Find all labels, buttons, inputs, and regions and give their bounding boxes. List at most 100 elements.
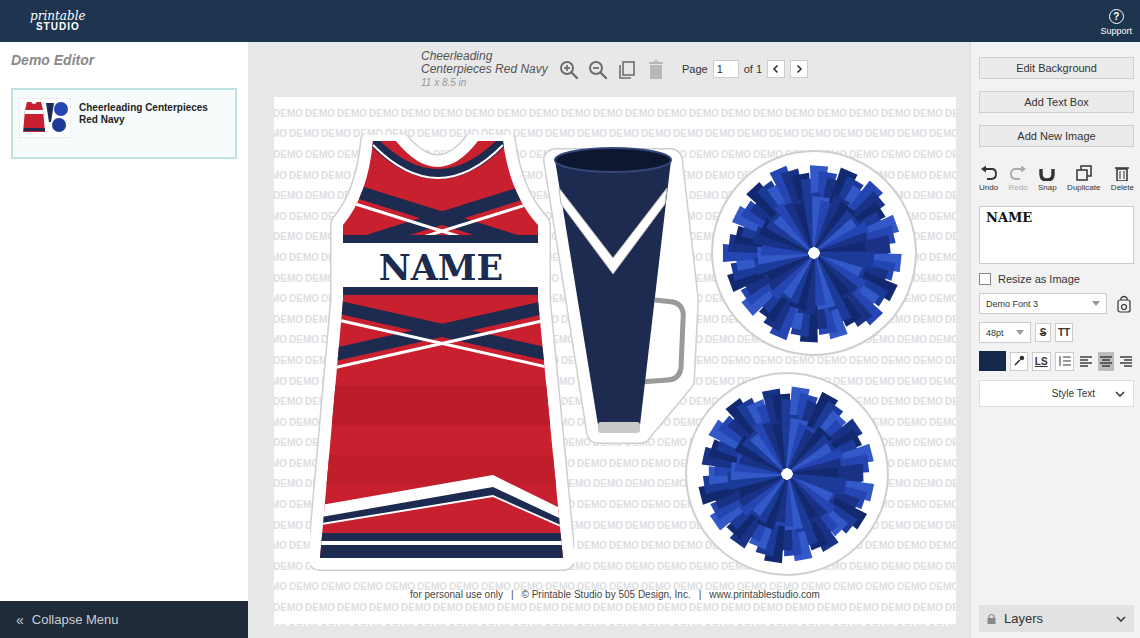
- redo-button[interactable]: Redo: [1009, 165, 1028, 192]
- chevron-down-icon: [1115, 391, 1125, 397]
- resize-checkbox[interactable]: [979, 273, 991, 285]
- collapse-menu-button[interactable]: « Collapse Menu: [0, 601, 248, 638]
- font-lock-button[interactable]: [1115, 293, 1133, 314]
- watermark-text: DEMO: [832, 623, 864, 626]
- text-input[interactable]: NAME: [979, 206, 1134, 264]
- watermark-text: DEMO: [624, 602, 656, 613]
- watermark-text: DEMO: [274, 355, 304, 366]
- align-left-button[interactable]: [1078, 352, 1094, 371]
- watermark-text: DEMO: [274, 231, 304, 242]
- strikethrough-button[interactable]: S: [1035, 323, 1051, 342]
- watermark-text: DEMO: [496, 602, 528, 613]
- align-right-button[interactable]: [1118, 352, 1134, 371]
- watermark-text: DEMO: [944, 273, 956, 284]
- watermark-text: DEMO: [944, 108, 956, 119]
- panel-button[interactable]: Add Text Box: [979, 91, 1134, 113]
- watermark-text: DEMO: [576, 458, 608, 469]
- zoom-out-icon[interactable]: [588, 60, 608, 80]
- sidebar: Demo Editor Cheerleading Centerpieces Re…: [0, 42, 248, 638]
- watermark-text: DEMO: [274, 252, 288, 263]
- watermark-text: DEMO: [736, 128, 768, 139]
- panel-button[interactable]: Add New Image: [979, 125, 1134, 147]
- megaphone-sticker[interactable]: [543, 140, 708, 445]
- text-color-swatch[interactable]: [979, 351, 1006, 371]
- caps-button[interactable]: TT: [1055, 323, 1073, 342]
- watermark-text: DEMO: [274, 108, 304, 119]
- watermark-text: DEMO: [320, 170, 352, 181]
- watermark-text: DEMO: [912, 108, 944, 119]
- delete-button[interactable]: Delete: [1111, 165, 1134, 192]
- watermark-text: DEMO: [432, 108, 464, 119]
- watermark-text: DEMO: [368, 602, 400, 613]
- watermark-text: DEMO: [656, 478, 688, 489]
- pom-pom-sticker[interactable]: [709, 145, 919, 361]
- watermark-text: DEMO: [576, 623, 608, 626]
- font-select[interactable]: Demo Font 3: [979, 293, 1107, 314]
- watermark-text: DEMO: [304, 602, 336, 613]
- watermark-text: DEMO: [274, 396, 304, 407]
- watermark-text: DEMO: [624, 478, 656, 489]
- font-row: Demo Font 3: [979, 293, 1134, 314]
- watermark-text: DEMO: [784, 602, 816, 613]
- watermark-text: DEMO: [928, 334, 956, 345]
- font-size-select[interactable]: 48pt: [979, 322, 1031, 343]
- watermark-text: DEMO: [912, 478, 944, 489]
- caret-down-icon: [1092, 301, 1100, 306]
- watermark-text: DEMO: [784, 108, 816, 119]
- logo[interactable]: printable STUDIO: [30, 10, 86, 32]
- pom-pom-sticker[interactable]: [682, 366, 892, 582]
- duplicate-button[interactable]: Duplicate: [1067, 165, 1100, 192]
- design-page[interactable]: DEMODEMODEMODEMODEMODEMODEMODEMODEMODEMO…: [274, 97, 956, 626]
- eyedropper-button[interactable]: [1010, 352, 1028, 371]
- next-page-button[interactable]: [790, 60, 808, 78]
- lock-icon: [987, 613, 996, 624]
- copy-icon[interactable]: [617, 60, 637, 80]
- letter-spacing-button[interactable]: LS: [1032, 352, 1051, 371]
- watermark-text: DEMO: [944, 149, 956, 160]
- canvas-area: Cheerleading Centerpieces Red Navy 11 x …: [248, 42, 970, 638]
- watermark-text: DEMO: [768, 128, 800, 139]
- support-button[interactable]: ? Support: [1100, 7, 1132, 36]
- align-center-button[interactable]: [1098, 352, 1114, 371]
- panel-button[interactable]: Edit Background: [979, 57, 1134, 79]
- dress-name-text[interactable]: NAME: [379, 247, 504, 288]
- watermark-text: DEMO: [768, 623, 800, 626]
- prev-page-button[interactable]: [767, 60, 785, 78]
- sidebar-item[interactable]: Cheerleading Centerpieces Red Navy: [11, 88, 237, 159]
- collapse-icon: «: [16, 612, 24, 628]
- watermark-text: DEMO: [704, 376, 736, 387]
- page-input[interactable]: 1: [713, 60, 739, 78]
- watermark-text: DEMO: [640, 499, 672, 510]
- watermark-text: DEMO: [274, 190, 304, 201]
- cheer-dress-sticker[interactable]: NAME: [310, 135, 574, 581]
- undo-button[interactable]: Undo: [979, 165, 998, 192]
- snap-button[interactable]: Snap: [1038, 165, 1057, 192]
- watermark-text: DEMO: [752, 355, 784, 366]
- watermark-text: DEMO: [274, 602, 304, 613]
- watermark-text: DEMO: [274, 581, 288, 592]
- watermark-text: DEMO: [432, 602, 464, 613]
- line-spacing-icon: [1058, 355, 1072, 367]
- style-text-dropdown[interactable]: Style Text: [979, 380, 1134, 407]
- watermark-text: DEMO: [832, 128, 864, 139]
- watermark-text: DEMO: [928, 293, 956, 304]
- watermark-text: DEMO: [288, 581, 320, 592]
- document-info: Cheerleading Centerpieces Red Navy 11 x …: [421, 50, 549, 88]
- chevron-down-icon: [1116, 616, 1126, 622]
- watermark-text: DEMO: [304, 190, 336, 201]
- delete-icon[interactable]: [646, 60, 666, 80]
- color-row: LS: [979, 351, 1134, 371]
- watermark-text: DEMO: [274, 211, 288, 222]
- watermark-text: DEMO: [400, 108, 432, 119]
- zoom-in-icon[interactable]: [559, 60, 579, 80]
- watermark-text: DEMO: [416, 128, 448, 139]
- support-label: Support: [1100, 26, 1132, 36]
- watermark-text: DEMO: [624, 561, 656, 572]
- layers-bar[interactable]: Layers: [979, 605, 1134, 632]
- line-spacing-button[interactable]: [1055, 352, 1075, 371]
- watermark-text: DEMO: [592, 108, 624, 119]
- watermark-text: DEMO: [688, 190, 720, 201]
- watermark-text: DEMO: [848, 108, 880, 119]
- watermark-text: DEMO: [656, 602, 688, 613]
- resize-checkbox-row[interactable]: Resize as Image: [979, 273, 1134, 285]
